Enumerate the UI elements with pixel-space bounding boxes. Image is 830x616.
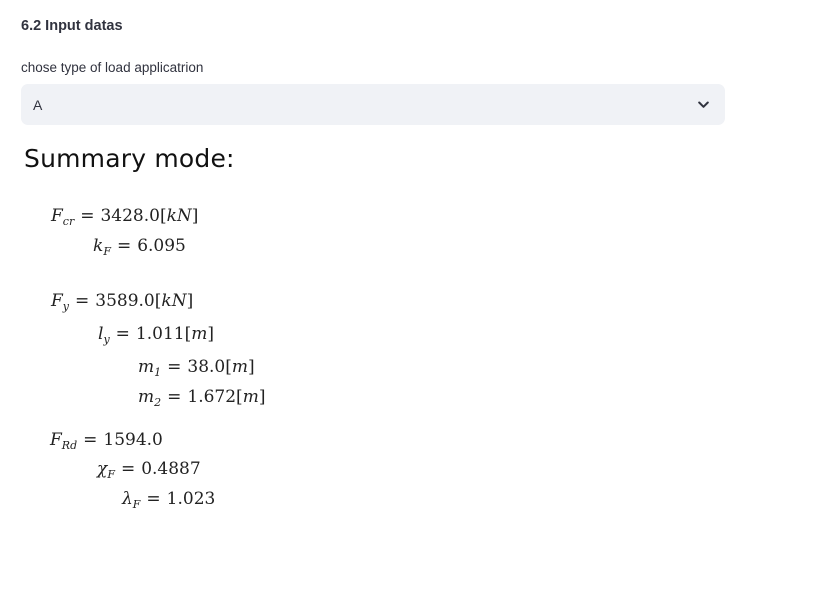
value: 3589.0 bbox=[95, 291, 155, 311]
unit: kN bbox=[166, 206, 192, 226]
value: 38.0 bbox=[187, 357, 226, 377]
symbol: χ bbox=[97, 459, 108, 479]
section-title: 6.2 Input datas bbox=[21, 18, 123, 34]
m-1-equation: m1 = 38.0[m] bbox=[138, 357, 255, 379]
symbol: k bbox=[93, 236, 104, 256]
subscript: cr bbox=[62, 215, 75, 228]
subscript: y bbox=[62, 300, 70, 313]
unit: m bbox=[242, 387, 259, 407]
subscript: 2 bbox=[154, 396, 162, 409]
symbol: m bbox=[138, 387, 155, 407]
l-y-equation: ly = 1.011[m] bbox=[98, 324, 214, 346]
subscript: F bbox=[107, 468, 115, 481]
subscript: F bbox=[132, 498, 141, 511]
chi-f-equation: χF = 0.4887 bbox=[97, 459, 201, 481]
symbol: F bbox=[51, 206, 63, 226]
unit: m bbox=[191, 324, 208, 344]
symbol: λ bbox=[122, 489, 133, 509]
subscript: Rd bbox=[61, 439, 78, 452]
subscript: 1 bbox=[154, 366, 162, 379]
unit: kN bbox=[161, 291, 187, 311]
load-type-label: chose type of load applicatrion bbox=[21, 60, 204, 75]
lambda-f-equation: λF = 1.023 bbox=[122, 489, 216, 511]
subscript: F bbox=[103, 245, 111, 258]
unit: m bbox=[231, 357, 248, 377]
value: 6.095 bbox=[137, 236, 186, 256]
load-type-select[interactable]: A bbox=[21, 84, 725, 125]
k-f-equation: kF = 6.095 bbox=[93, 236, 186, 258]
chevron-down-icon[interactable] bbox=[697, 99, 709, 111]
f-rd-equation: FRd = 1594.0 bbox=[50, 430, 163, 452]
symbol: F bbox=[50, 430, 62, 450]
f-cr-equation: Fcr = 3428.0[kN] bbox=[51, 206, 199, 228]
value: 1594.0 bbox=[103, 430, 163, 450]
value: 0.4887 bbox=[141, 459, 201, 479]
value: 1.023 bbox=[166, 489, 216, 509]
subscript: y bbox=[103, 333, 110, 346]
f-y-equation: Fy = 3589.0[kN] bbox=[51, 291, 194, 313]
load-type-selected-value: A bbox=[33, 96, 43, 113]
symbol: m bbox=[138, 357, 155, 377]
value: 3428.0 bbox=[100, 206, 160, 226]
summary-mode-heading: Summary mode: bbox=[24, 144, 235, 173]
symbol: F bbox=[51, 291, 63, 311]
value: 1.672 bbox=[187, 387, 237, 407]
m-2-equation: m2 = 1.672[m] bbox=[138, 387, 266, 409]
value: 1.011 bbox=[135, 324, 185, 344]
